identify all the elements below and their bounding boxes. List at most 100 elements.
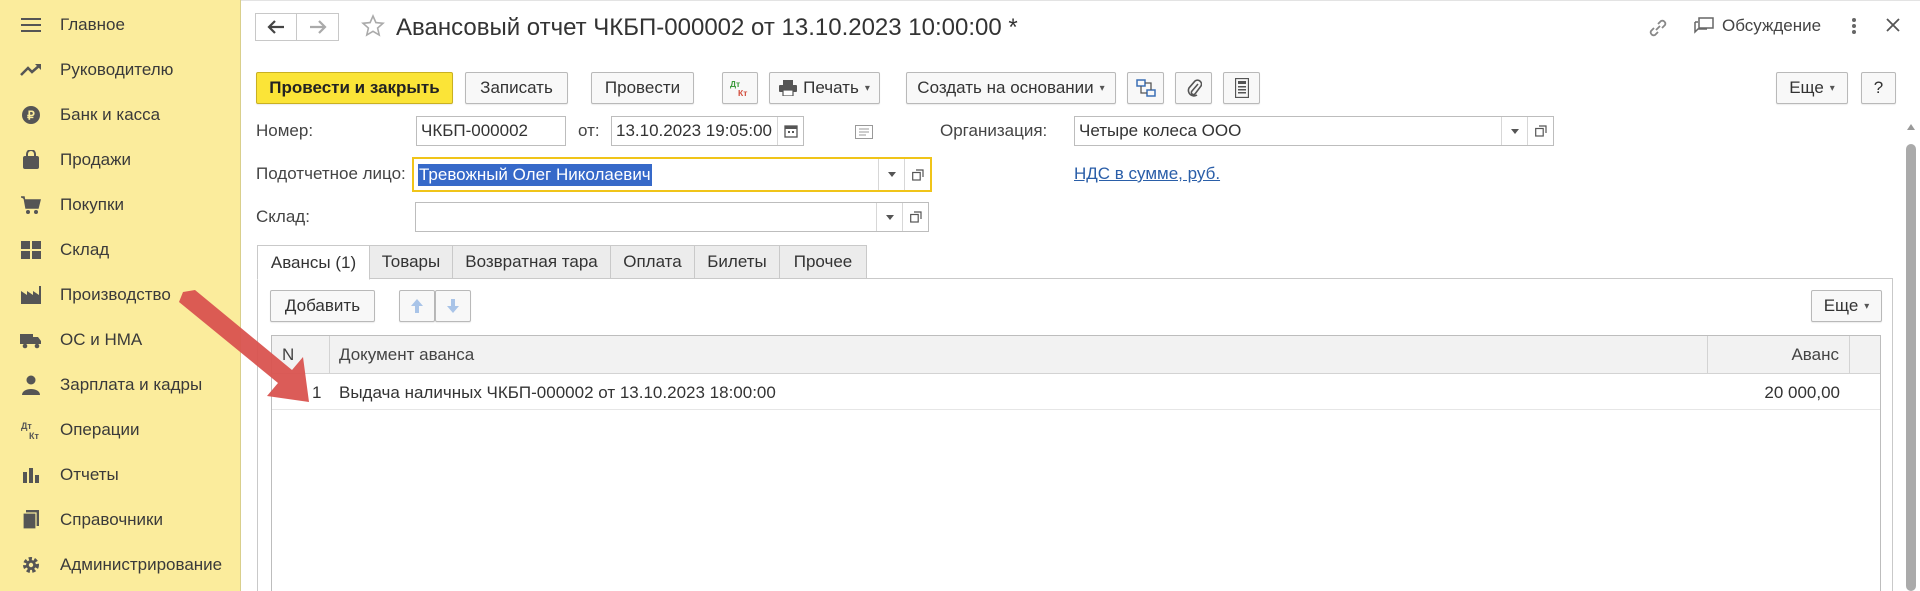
menu-icon	[20, 14, 42, 36]
shopping-bag-icon	[20, 149, 42, 171]
tab-payment[interactable]: Оплата	[610, 245, 695, 279]
accountable-person-label: Подотчетное лицо:	[256, 164, 406, 183]
organization-value: Четыре колеса ООО	[1079, 121, 1242, 140]
trend-icon	[20, 59, 42, 81]
arrow-down-icon	[447, 299, 459, 313]
print-label: Печать	[803, 78, 859, 97]
organization-input[interactable]: Четыре колеса ООО	[1074, 116, 1554, 146]
save-button[interactable]: Записать	[465, 72, 568, 104]
sidebar-item-administration[interactable]: Администрирование	[0, 543, 240, 587]
discussion-label: Обсуждение	[1722, 16, 1822, 35]
calculator-icon	[1234, 78, 1249, 98]
row-amount: 20 000,00	[1764, 383, 1840, 402]
dt-kt-button[interactable]: Дт Кт	[722, 72, 758, 104]
date-label: от:	[578, 121, 600, 140]
tab-goods[interactable]: Товары	[369, 245, 453, 279]
svg-text:₽: ₽	[27, 109, 35, 123]
sidebar-item-sales[interactable]: Продажи	[0, 138, 240, 182]
open-icon[interactable]	[1527, 117, 1553, 145]
sidebar-item-label: Администрирование	[60, 555, 223, 574]
arrow-right-icon	[309, 20, 327, 34]
sidebar-item-reports[interactable]: Отчеты	[0, 453, 240, 497]
open-icon[interactable]	[902, 203, 928, 231]
chevron-down-icon[interactable]	[876, 203, 902, 231]
accountable-person-input[interactable]: Тревожный Олег Николаевич	[412, 157, 932, 192]
truck-icon	[20, 329, 42, 351]
table-more-label: Еще	[1823, 296, 1859, 315]
sidebar-item-purchases[interactable]: Покупки	[0, 183, 240, 227]
paperclip-icon	[1187, 79, 1202, 97]
sidebar-item-bank[interactable]: ₽ Банк и касса	[0, 93, 240, 137]
vertical-scrollbar[interactable]	[1906, 120, 1916, 591]
move-up-button[interactable]	[399, 290, 435, 322]
arrow-up-icon	[411, 299, 423, 313]
sidebar-item-main[interactable]: Главное	[0, 3, 240, 47]
tab-other[interactable]: Прочее	[779, 245, 867, 279]
scrollbar-thumb[interactable]	[1906, 144, 1916, 591]
favorite-star-icon[interactable]	[361, 14, 385, 43]
number-input[interactable]: ЧКБП-000002	[416, 116, 566, 146]
chevron-down-icon[interactable]	[878, 159, 904, 190]
vat-link[interactable]: НДС в сумме, руб.	[1074, 164, 1220, 184]
dt-kt-icon: ДтКт	[20, 419, 42, 441]
discussion-button[interactable]: Обсуждение	[1694, 16, 1821, 36]
dropdown-arrow-icon: ▾	[1829, 82, 1835, 94]
calendar-icon[interactable]	[777, 117, 803, 145]
scroll-up-arrow-icon	[1907, 124, 1915, 130]
dropdown-arrow-icon: ▾	[1099, 82, 1105, 94]
arrow-left-icon	[267, 20, 284, 34]
history-navigation	[255, 13, 339, 41]
sidebar-item-warehouse[interactable]: Склад	[0, 228, 240, 272]
top-divider	[241, 0, 1920, 1]
structure-button[interactable]	[1127, 72, 1164, 104]
sidebar-item-label: Отчеты	[60, 465, 119, 484]
date-value: 13.10.2023 19:05:00	[616, 121, 772, 140]
hierarchy-icon	[1135, 79, 1156, 97]
help-button[interactable]: ?	[1861, 72, 1896, 104]
printer-icon	[779, 80, 798, 96]
tab-tickets[interactable]: Билеты	[694, 245, 780, 279]
tab-advances[interactable]: Авансы (1)	[257, 245, 370, 280]
row-divider	[272, 409, 1880, 410]
more-button[interactable]: Еще ▾	[1776, 72, 1848, 104]
sidebar-item-label: Склад	[60, 240, 110, 259]
back-button[interactable]	[255, 13, 297, 41]
post-button[interactable]: Провести	[591, 72, 694, 104]
bar-chart-icon	[20, 464, 42, 486]
svg-text:Кт: Кт	[738, 88, 747, 98]
link-icon[interactable]	[1647, 17, 1669, 44]
sidebar-item-operations[interactable]: Дт Кт Операции	[0, 408, 240, 452]
date-input[interactable]: 13.10.2023 19:05:00	[611, 116, 804, 146]
sidebar-item-directories[interactable]: Справочники	[0, 498, 240, 542]
sidebar-item-manager[interactable]: Руководителю	[0, 48, 240, 92]
column-header-document[interactable]: Документ аванса	[330, 336, 1708, 374]
more-vertical-icon[interactable]	[1851, 16, 1857, 41]
annotation-arrow	[179, 290, 309, 402]
tab-returnable-packaging[interactable]: Возвратная тара	[452, 245, 611, 279]
document-form: Авансовый отчет ЧКБП-000002 от 13.10.202…	[241, 0, 1920, 591]
print-button[interactable]: Печать ▾	[769, 72, 880, 104]
calculator-button[interactable]	[1223, 72, 1260, 104]
column-header-spacer	[1850, 336, 1880, 374]
page-title: Авансовый отчет ЧКБП-000002 от 13.10.202…	[396, 14, 1018, 41]
advances-table: N Документ аванса Аванс 1 Выдача наличны…	[271, 335, 1881, 591]
attach-button[interactable]	[1175, 72, 1212, 104]
post-and-close-button[interactable]: Провести и закрыть	[256, 72, 453, 104]
books-icon	[20, 509, 42, 531]
sidebar-item-label: Операции	[60, 420, 140, 439]
table-more-button[interactable]: Еще ▾	[1811, 290, 1882, 322]
warehouse-label: Склад:	[256, 207, 310, 226]
open-icon[interactable]	[904, 159, 930, 190]
close-icon[interactable]	[1884, 16, 1902, 39]
svg-text:Кт: Кт	[29, 431, 39, 440]
warehouse-input[interactable]	[415, 202, 929, 232]
sidebar-item-label: Покупки	[60, 195, 124, 214]
chevron-down-icon[interactable]	[1501, 117, 1527, 145]
forward-button[interactable]	[297, 13, 339, 41]
column-header-amount[interactable]: Аванс	[1708, 336, 1850, 374]
details-icon[interactable]	[855, 124, 873, 144]
create-based-label: Создать на основании	[917, 78, 1094, 97]
move-down-button[interactable]	[435, 290, 471, 322]
create-based-on-button[interactable]: Создать на основании ▾	[906, 72, 1116, 104]
row-document: Выдача наличных ЧКБП-000002 от 13.10.202…	[339, 383, 776, 402]
